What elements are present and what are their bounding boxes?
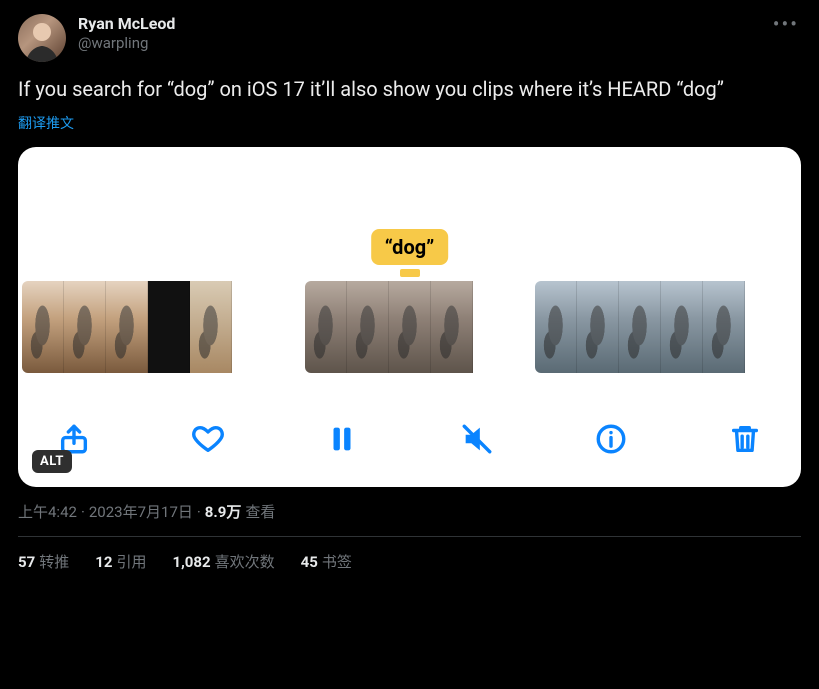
caption-bubble: “dog” [371, 229, 449, 265]
media-card[interactable]: “dog” [18, 147, 801, 487]
tweet-meta: 上午4:42 · 2023年7月17日 · 8.9万 查看 [18, 501, 801, 522]
trash-button[interactable] [723, 417, 767, 461]
clip-group[interactable] [22, 281, 285, 373]
translate-link[interactable]: 翻译推文 [18, 113, 801, 133]
retweets-stat[interactable]: 57转推 [18, 551, 69, 572]
likes-stat[interactable]: 1,082喜欢次数 [172, 551, 274, 572]
date[interactable]: 2023年7月17日 [89, 501, 193, 522]
timeline-strip[interactable] [18, 281, 801, 373]
like-button[interactable] [186, 417, 230, 461]
views-count[interactable]: 8.9万 [205, 501, 242, 522]
caption-tick [400, 269, 420, 277]
author-names: Ryan McLeod @warpling [78, 14, 175, 53]
clip-group[interactable] [535, 281, 798, 373]
mute-button[interactable] [455, 417, 499, 461]
media-inner: “dog” [18, 147, 801, 487]
tweet-text: If you search for “dog” on iOS 17 it’ll … [18, 76, 801, 103]
time[interactable]: 上午4:42 [18, 501, 77, 522]
bookmarks-stat[interactable]: 45书签 [301, 551, 352, 572]
sep: · [197, 503, 201, 521]
avatar[interactable] [18, 14, 66, 62]
tweet-header: Ryan McLeod @warpling [18, 14, 801, 62]
tweet-stats: 57转推 12引用 1,082喜欢次数 45书签 [18, 537, 801, 572]
more-button[interactable]: ••• [773, 12, 799, 36]
pause-button[interactable] [320, 417, 364, 461]
clip-group[interactable] [305, 281, 515, 373]
alt-badge[interactable]: ALT [32, 450, 72, 473]
tweet: Ryan McLeod @warpling ••• If you search … [0, 0, 819, 572]
info-button[interactable] [589, 417, 633, 461]
display-name[interactable]: Ryan McLeod [78, 14, 175, 34]
sep: · [81, 503, 85, 521]
handle[interactable]: @warpling [78, 34, 175, 53]
quotes-stat[interactable]: 12引用 [95, 551, 146, 572]
media-toolbar [18, 409, 801, 469]
views-label: 查看 [245, 501, 275, 522]
